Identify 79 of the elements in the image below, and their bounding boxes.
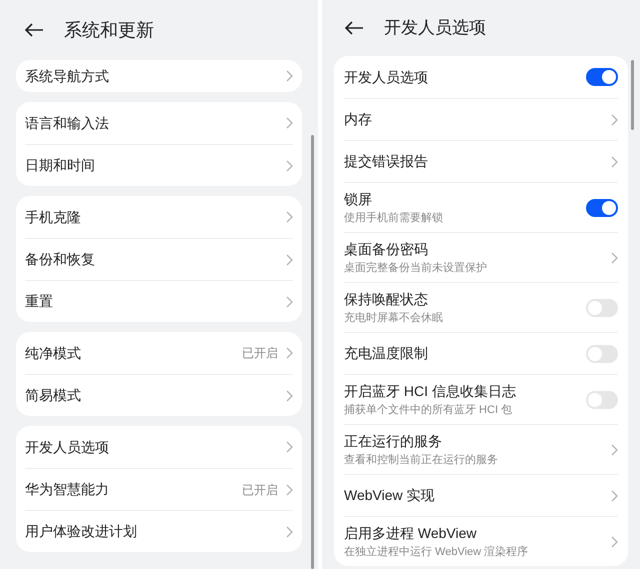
settings-row[interactable]: 语言和输入法 [25,102,293,144]
scrollbar [631,60,634,130]
settings-row[interactable]: 桌面备份密码 桌面完整备份当前未设置保护 [344,232,618,282]
chevron-icon [286,296,293,308]
toggle-switch[interactable] [586,298,618,316]
row-label: 充电温度限制 [344,344,429,363]
row-label: 启用多进程 WebView [344,524,478,543]
settings-row[interactable]: 充电温度限制 [344,332,618,374]
chevron-icon [286,70,293,82]
row-label: 锁屏 [344,190,373,209]
settings-row[interactable]: 纯净模式 已开启 [25,332,293,374]
chevron-icon [286,390,293,402]
row-value: 已开启 [242,345,278,362]
row-subtitle: 在独立进程中运行 WebView 渲染程序 [344,544,530,560]
row-subtitle: 查看和控制当前正在运行的服务 [344,452,499,468]
back-icon[interactable] [24,22,44,38]
chevron-icon [286,254,293,266]
row-subtitle: 桌面完整备份当前未设置保护 [344,260,488,276]
settings-row[interactable]: 备份和恢复 [25,238,293,280]
row-label: 日期和时间 [25,156,96,175]
settings-row[interactable]: 内存 [344,98,618,140]
row-label: 开发人员选项 [25,438,110,456]
chevron-icon [611,490,618,502]
row-label: 提交错误报告 [344,152,429,171]
page-title: 开发人员选项 [384,17,486,40]
page-title: 系统和更新 [64,18,154,42]
chevron-icon [611,114,618,126]
chevron-icon [286,484,293,496]
row-label: 语言和输入法 [25,114,110,132]
chevron-icon [611,444,618,456]
back-icon[interactable] [344,20,364,36]
toggle-switch[interactable] [586,68,618,86]
chevron-icon [286,160,293,172]
row-label: 简易模式 [25,386,82,405]
settings-row[interactable]: 提交错误报告 [344,140,618,182]
row-label: 正在运行的服务 [344,432,443,451]
settings-row[interactable]: 简易模式 [25,374,293,416]
chevron-icon [611,252,618,264]
row-label: 用户体验改进计划 [25,522,138,541]
settings-row[interactable]: 开发人员选项 [344,56,618,98]
settings-row[interactable]: WebView 实现 [344,474,618,516]
settings-row[interactable]: 锁屏 使用手机前需要解锁 [344,182,618,232]
row-subtitle: 捕获单个文件中的所有蓝牙 HCI 包 [344,402,514,418]
settings-row[interactable]: 系统导航方式 [25,60,293,92]
toggle-switch[interactable] [586,390,618,408]
row-label: 开启蓝牙 HCI 信息收集日志 [344,382,517,401]
chevron-icon [286,347,293,359]
settings-row[interactable]: 手机克隆 [25,196,293,238]
row-label: 手机克隆 [25,208,82,226]
settings-row[interactable]: 保持唤醒状态 充电时屏幕不会休眠 [344,282,618,332]
row-label: 保持唤醒状态 [344,290,429,309]
chevron-icon [286,211,293,223]
row-label: 重置 [25,292,54,311]
row-label: 华为智慧能力 [25,480,110,499]
chevron-icon [611,536,618,548]
settings-row[interactable]: 开启蓝牙 HCI 信息收集日志 捕获单个文件中的所有蓝牙 HCI 包 [344,374,618,424]
settings-row[interactable]: 用户体验改进计划 [25,510,293,552]
settings-row[interactable]: 华为智慧能力 已开启 [25,468,293,510]
toggle-switch[interactable] [586,344,618,362]
row-label: 桌面备份密码 [344,240,429,259]
chevron-icon [286,117,293,129]
row-subtitle: 充电时屏幕不会休眠 [344,310,444,326]
toggle-switch[interactable] [586,198,618,216]
chevron-icon [286,441,293,453]
settings-row[interactable]: 正在运行的服务 查看和控制当前正在运行的服务 [344,424,618,474]
row-label: 开发人员选项 [344,68,429,86]
settings-row[interactable]: 重置 [25,280,293,322]
settings-row[interactable]: 开发人员选项 [25,426,293,468]
row-label: 备份和恢复 [25,250,96,269]
row-subtitle: 使用手机前需要解锁 [344,210,444,226]
row-value: 已开启 [242,482,278,498]
row-label: 内存 [344,110,373,129]
row-label: WebView 实现 [344,486,436,505]
chevron-icon [286,526,293,538]
row-label: 纯净模式 [25,344,82,362]
chevron-icon [611,156,618,168]
settings-row[interactable]: 启用多进程 WebView 在独立进程中运行 WebView 渲染程序 [344,516,618,566]
settings-row[interactable]: 日期和时间 [25,144,293,186]
row-label: 系统导航方式 [25,66,110,86]
